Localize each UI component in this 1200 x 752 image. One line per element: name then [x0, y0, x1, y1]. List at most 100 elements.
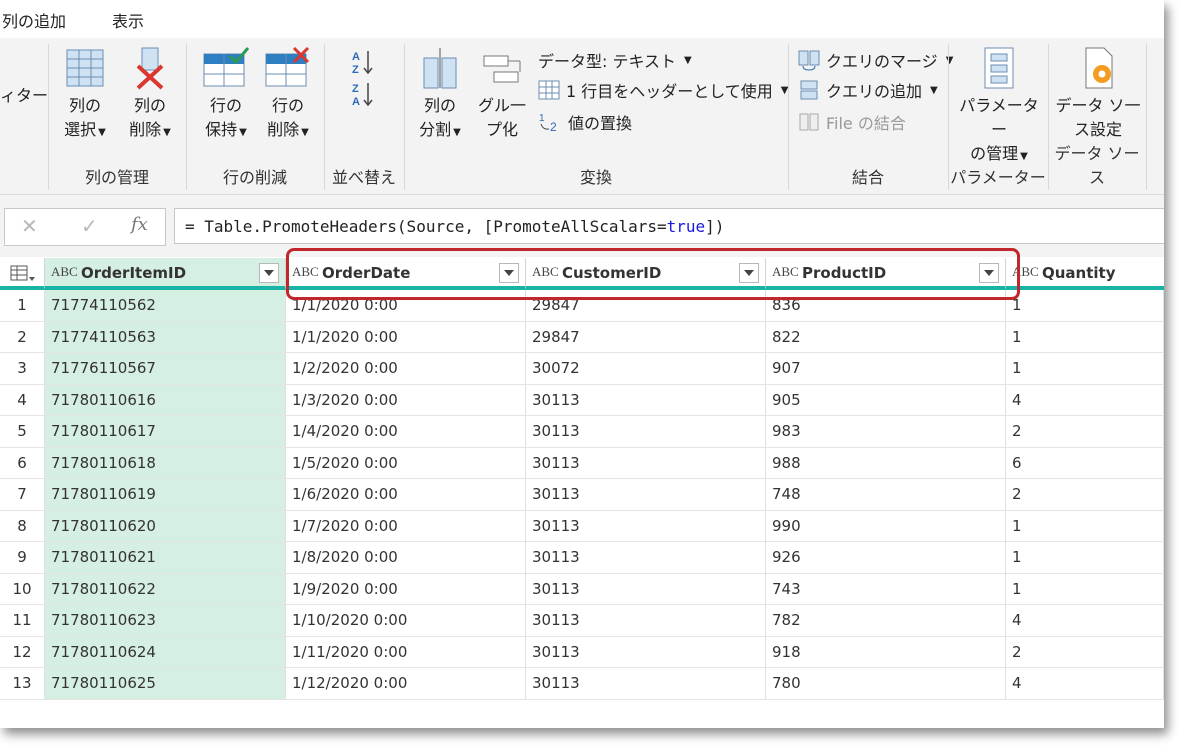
cell-customerid[interactable]: 30113	[526, 605, 766, 636]
data-source-settings-button[interactable]: データ ソ一 ス設定	[1052, 46, 1144, 142]
sort-ascending-icon[interactable]: A Z	[350, 48, 380, 76]
cell-quantity[interactable]: 1	[1006, 290, 1164, 321]
sort-descending-icon[interactable]: Z A	[350, 80, 380, 108]
cell-customerid[interactable]: 30113	[526, 447, 766, 478]
cell-quantity[interactable]: 1	[1006, 510, 1164, 541]
cell-customerid[interactable]: 29847	[526, 321, 766, 352]
cell-customerid[interactable]: 29847	[526, 290, 766, 321]
filter-dropdown-icon[interactable]	[259, 263, 279, 283]
cell-orderdate[interactable]: 1/5/2020 0:00	[286, 447, 526, 478]
cell-productid[interactable]: 990	[766, 510, 1006, 541]
cell-customerid[interactable]: 30113	[526, 636, 766, 667]
cell-productid[interactable]: 988	[766, 447, 1006, 478]
cell-productid[interactable]: 822	[766, 321, 1006, 352]
manage-parameters-button[interactable]: パラメーター の管理 ▼	[952, 46, 1046, 169]
cell-orderitemid[interactable]: 71780110623	[45, 605, 286, 636]
column-header-orderdate[interactable]: ABC OrderDate	[286, 258, 526, 290]
tab-add-column[interactable]: 列の追加	[2, 8, 66, 32]
cell-quantity[interactable]: 2	[1006, 416, 1164, 447]
data-type-dropdown[interactable]: データ型: テキスト ▼	[538, 48, 692, 72]
cell-quantity[interactable]: 2	[1006, 479, 1164, 510]
cell-customerid[interactable]: 30113	[526, 416, 766, 447]
cell-quantity[interactable]: 2	[1006, 636, 1164, 667]
cell-productid[interactable]: 836	[766, 290, 1006, 321]
cell-productid[interactable]: 780	[766, 668, 1006, 699]
cell-customerid[interactable]: 30113	[526, 573, 766, 604]
split-column-button[interactable]: 列の 分割 ▼	[414, 46, 466, 145]
cell-orderitemid[interactable]: 71780110621	[45, 542, 286, 573]
cell-orderitemid[interactable]: 71780110622	[45, 573, 286, 604]
type-text-icon[interactable]: ABC	[51, 264, 78, 280]
cell-productid[interactable]: 782	[766, 605, 1006, 636]
remove-rows-button[interactable]: 行の 削除 ▼	[260, 46, 316, 145]
tab-view[interactable]: 表示	[112, 8, 144, 32]
table-menu-button[interactable]	[0, 258, 45, 290]
cell-quantity[interactable]: 4	[1006, 605, 1164, 636]
cell-quantity[interactable]: 1	[1006, 542, 1164, 573]
cell-productid[interactable]: 918	[766, 636, 1006, 667]
cell-orderdate[interactable]: 1/12/2020 0:00	[286, 668, 526, 699]
cell-customerid[interactable]: 30113	[526, 384, 766, 415]
cell-orderitemid[interactable]: 71780110618	[45, 447, 286, 478]
cell-productid[interactable]: 748	[766, 479, 1006, 510]
cell-orderitemid[interactable]: 71774110563	[45, 321, 286, 352]
column-header-quantity[interactable]: ABC Quantity	[1006, 258, 1164, 290]
cell-orderdate[interactable]: 1/3/2020 0:00	[286, 384, 526, 415]
type-text-icon[interactable]: ABC	[292, 264, 319, 280]
cell-quantity[interactable]: 1	[1006, 573, 1164, 604]
cell-orderdate[interactable]: 1/10/2020 0:00	[286, 605, 526, 636]
column-header-productid[interactable]: ABC ProductID	[766, 258, 1006, 290]
cell-customerid[interactable]: 30072	[526, 353, 766, 384]
fx-icon[interactable]: fx	[131, 214, 148, 235]
use-first-row-as-headers-button[interactable]: 1 行目をヘッダーとして使用 ▼	[538, 78, 789, 102]
formula-input[interactable]: = Table.PromoteHeaders(Source, [PromoteA…	[174, 208, 1164, 244]
cell-quantity[interactable]: 4	[1006, 384, 1164, 415]
replace-values-button[interactable]: 1 2 値の置換	[538, 110, 632, 134]
cell-orderitemid[interactable]: 71780110616	[45, 384, 286, 415]
cell-orderitemid[interactable]: 71774110562	[45, 290, 286, 321]
filter-dropdown-icon[interactable]	[499, 263, 519, 283]
type-text-icon[interactable]: ABC	[772, 264, 799, 280]
cell-orderitemid[interactable]: 71780110620	[45, 510, 286, 541]
combine-files-button[interactable]: File の結合	[798, 110, 906, 134]
cell-productid[interactable]: 743	[766, 573, 1006, 604]
append-queries-button[interactable]: クエリの追加 ▼	[798, 78, 938, 102]
cell-orderitemid[interactable]: 71780110624	[45, 636, 286, 667]
cell-orderdate[interactable]: 1/2/2020 0:00	[286, 353, 526, 384]
cell-orderdate[interactable]: 1/1/2020 0:00	[286, 321, 526, 352]
keep-rows-button[interactable]: 行の 保持 ▼	[198, 46, 254, 145]
cell-quantity[interactable]: 1	[1006, 353, 1164, 384]
cell-orderdate[interactable]: 1/6/2020 0:00	[286, 479, 526, 510]
cell-orderitemid[interactable]: 71780110625	[45, 668, 286, 699]
cell-productid[interactable]: 907	[766, 353, 1006, 384]
cell-orderdate[interactable]: 1/7/2020 0:00	[286, 510, 526, 541]
cell-customerid[interactable]: 30113	[526, 668, 766, 699]
cell-orderitemid[interactable]: 71776110567	[45, 353, 286, 384]
cell-productid[interactable]: 905	[766, 384, 1006, 415]
group-by-button[interactable]: グル一 プ化	[474, 46, 530, 142]
cell-productid[interactable]: 983	[766, 416, 1006, 447]
cell-quantity[interactable]: 1	[1006, 321, 1164, 352]
cell-quantity[interactable]: 6	[1006, 447, 1164, 478]
cell-orderdate[interactable]: 1/11/2020 0:00	[286, 636, 526, 667]
remove-columns-button[interactable]: 列の 削除 ▼	[122, 46, 178, 145]
ribbon-edge-label[interactable]: ィター	[0, 82, 48, 106]
type-text-icon[interactable]: ABC	[1012, 264, 1039, 280]
cell-quantity[interactable]: 4	[1006, 668, 1164, 699]
cell-orderdate[interactable]: 1/1/2020 0:00	[286, 290, 526, 321]
merge-queries-button[interactable]: クエリのマージ ▼	[798, 48, 953, 72]
cell-customerid[interactable]: 30113	[526, 479, 766, 510]
cell-customerid[interactable]: 30113	[526, 542, 766, 573]
cell-customerid[interactable]: 30113	[526, 510, 766, 541]
choose-columns-button[interactable]: 列の 選択 ▼	[62, 46, 108, 145]
cell-orderitemid[interactable]: 71780110617	[45, 416, 286, 447]
filter-dropdown-icon[interactable]	[979, 263, 999, 283]
cell-orderdate[interactable]: 1/4/2020 0:00	[286, 416, 526, 447]
confirm-formula-icon[interactable]: ✓	[81, 214, 98, 238]
cell-productid[interactable]: 926	[766, 542, 1006, 573]
type-text-icon[interactable]: ABC	[532, 264, 559, 280]
column-header-orderitemid[interactable]: ABC OrderItemID	[45, 258, 286, 290]
cell-orderdate[interactable]: 1/9/2020 0:00	[286, 573, 526, 604]
column-header-customerid[interactable]: ABC CustomerID	[526, 258, 766, 290]
cancel-formula-icon[interactable]: ✕	[21, 214, 38, 238]
